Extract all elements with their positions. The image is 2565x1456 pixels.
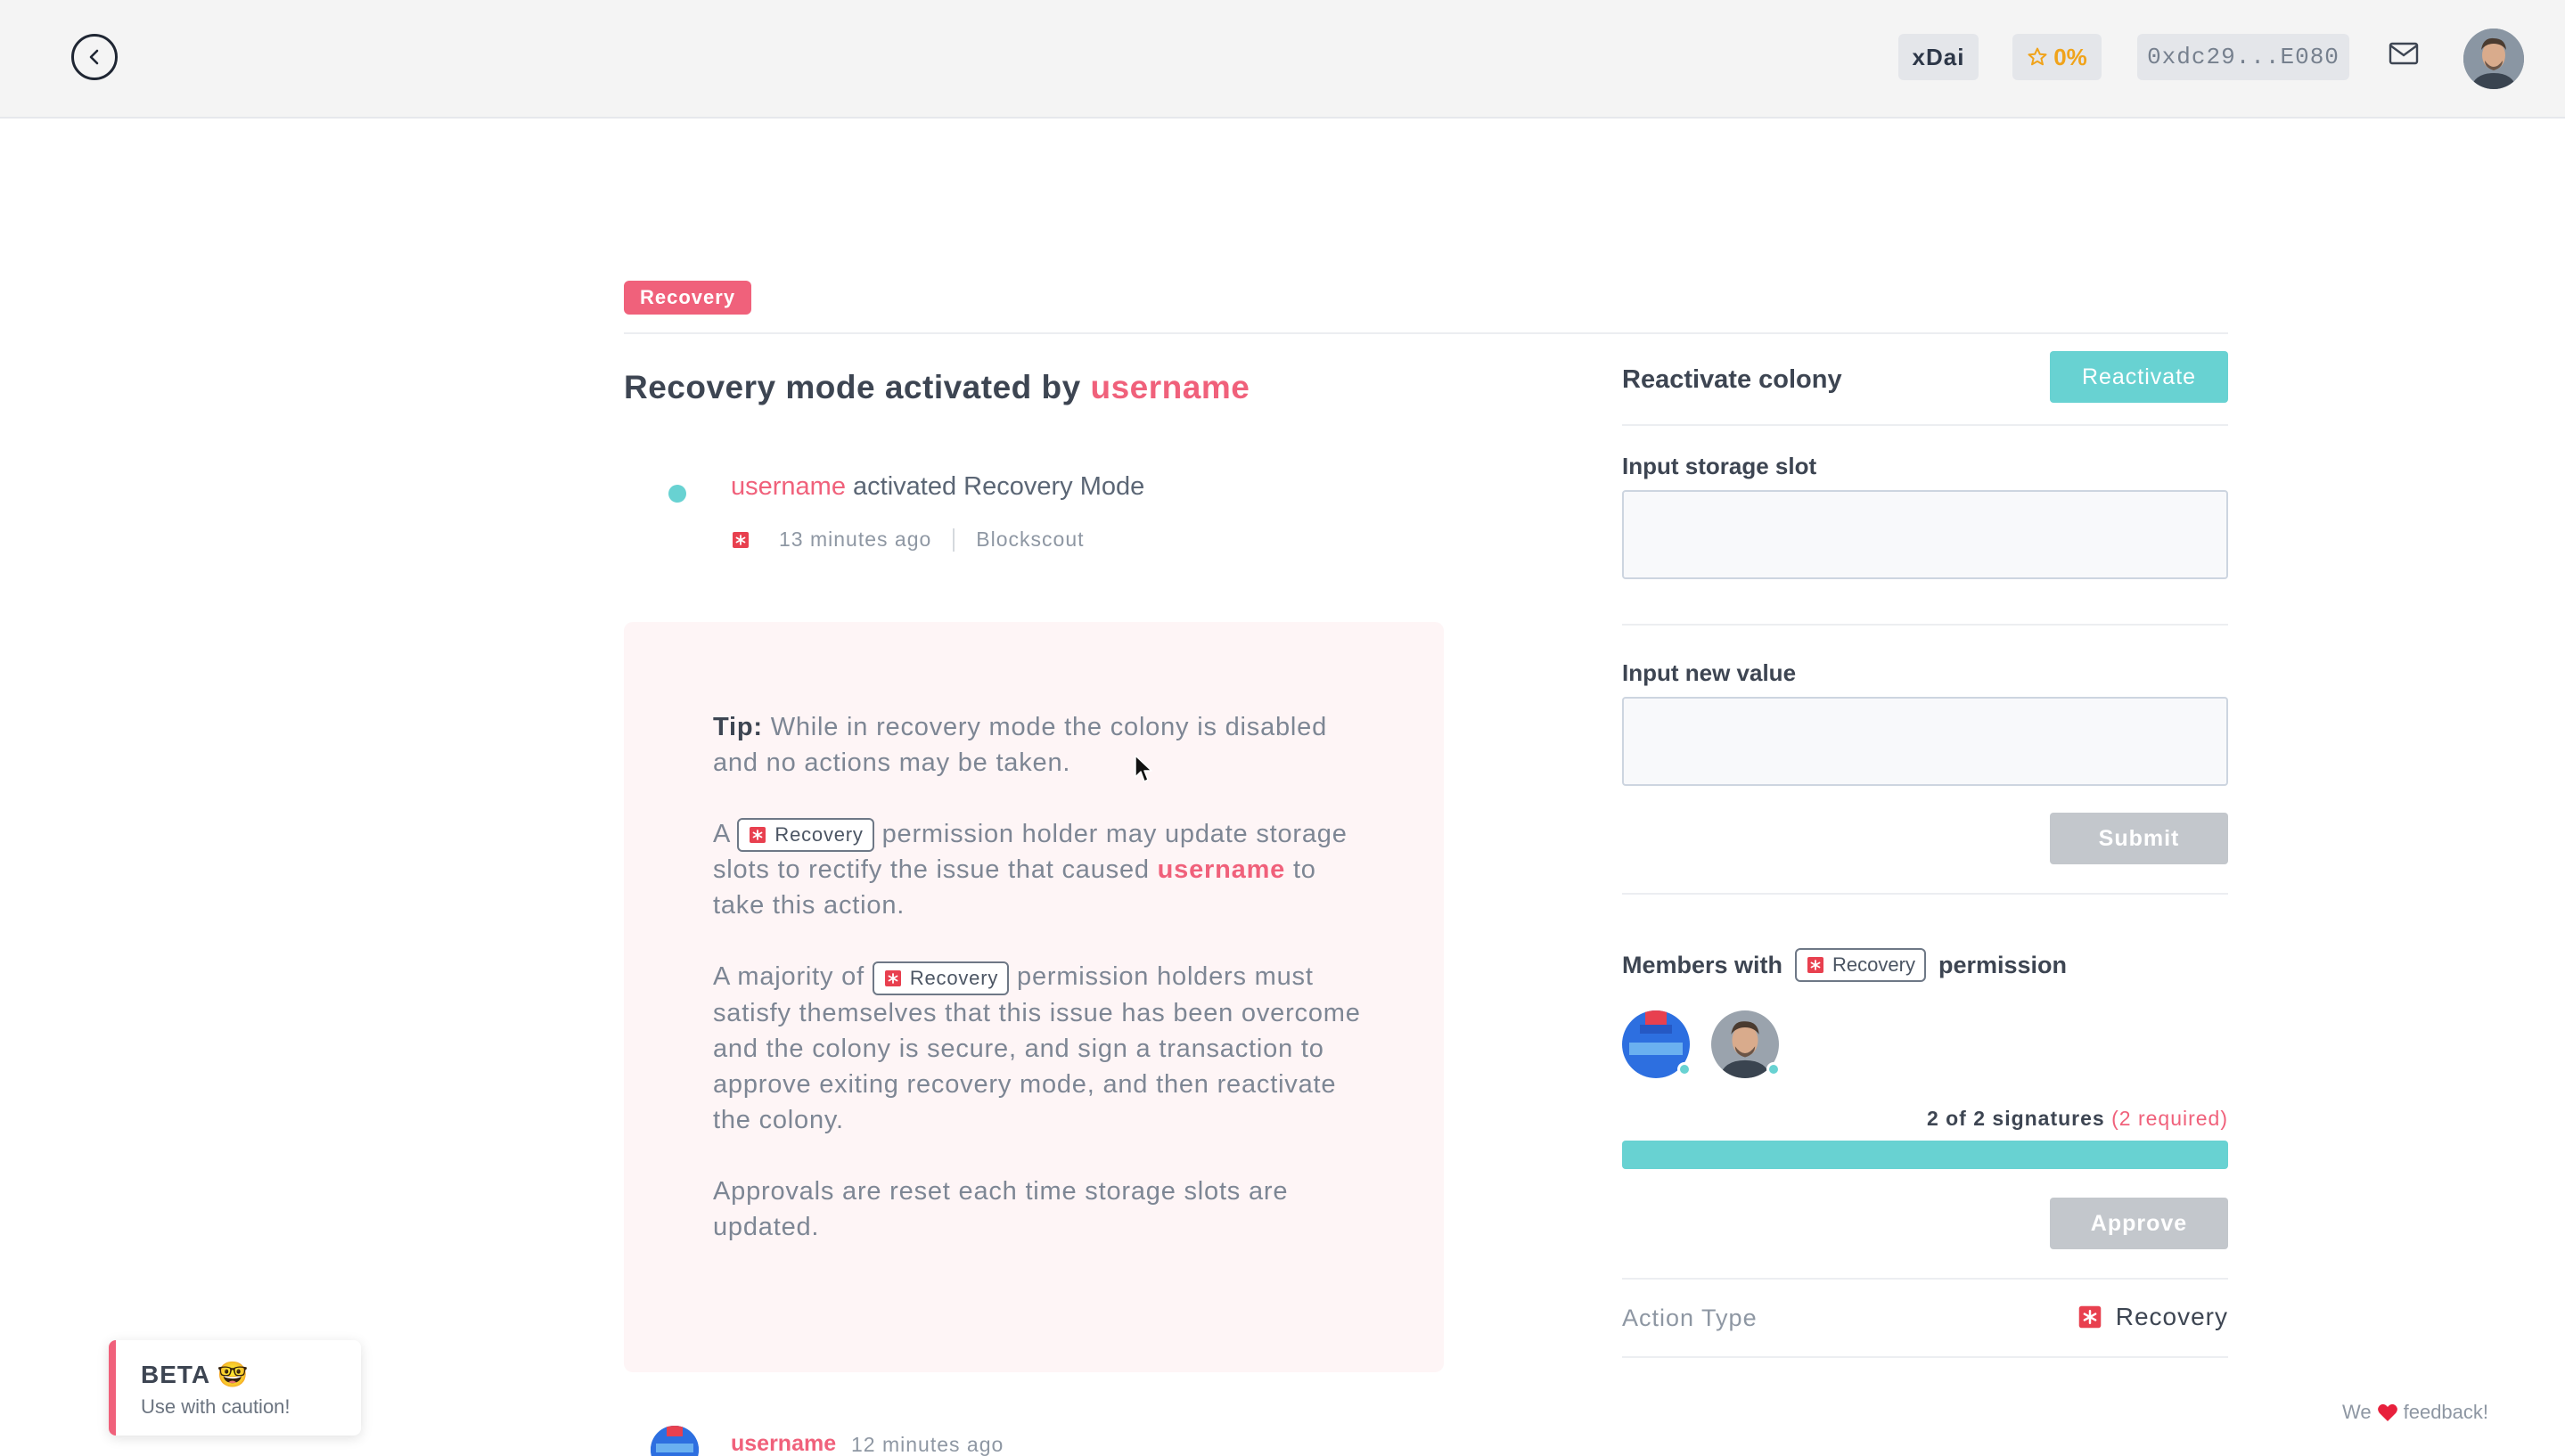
new-value-label: Input new value <box>1622 659 1797 686</box>
signatures-required: (2 required) <box>2111 1107 2228 1130</box>
user-avatar[interactable] <box>2463 29 2524 89</box>
tip-text: Tip: While in recovery mode the colony i… <box>713 709 1364 1280</box>
toast-accent-bar <box>109 1340 116 1436</box>
tip-paragraph-4: Approvals are reset each time storage sl… <box>713 1176 1289 1241</box>
comment-username-link[interactable]: username <box>731 1431 836 1456</box>
siren-icon <box>1807 957 1824 973</box>
event-text: username activated Recovery Mode <box>731 472 1144 502</box>
back-button[interactable] <box>71 34 118 80</box>
tip-username-link[interactable]: username <box>1158 855 1285 884</box>
tip-paragraph-1: Tip: While in recovery mode the colony i… <box>713 709 1364 781</box>
progress-fill <box>1622 1141 2228 1169</box>
heart-icon <box>2377 1403 2397 1421</box>
beta-toast: BETA 🤓 Use with caution! <box>109 1340 361 1436</box>
reactivate-button[interactable]: Reactivate <box>2050 351 2228 403</box>
new-value-input[interactable] <box>1622 697 2228 786</box>
signatures-text: 2 of 2 signatures <box>1926 1107 2105 1130</box>
members-suffix: permission <box>1938 951 2068 978</box>
event-time: 13 minutes ago <box>779 528 932 551</box>
title-username-link[interactable]: username <box>1091 369 1250 405</box>
title-prefix: Recovery mode activated by <box>624 369 1081 405</box>
siren-icon <box>884 969 901 986</box>
tip-paragraph-2: A Recovery permission holder may update … <box>713 816 1364 923</box>
action-type-text: Recovery <box>2115 1303 2228 1330</box>
recovery-permission-chip: Recovery <box>1795 948 1926 982</box>
submit-button[interactable]: Submit <box>2050 813 2228 864</box>
divider <box>1622 893 2228 895</box>
feedback-prefix: We <box>2342 1401 2372 1423</box>
siren-icon <box>733 531 749 548</box>
tip-box: Tip: While in recovery mode the colony i… <box>624 622 1444 1372</box>
tip-p2-a: A <box>713 820 730 848</box>
user-photo-icon <box>2463 29 2524 89</box>
member-avatar[interactable] <box>1711 1010 1781 1078</box>
event-username-link[interactable]: username <box>731 472 846 501</box>
comment-time: 12 minutes ago <box>851 1433 1004 1456</box>
storage-slot-label: Input storage slot <box>1622 453 1817 479</box>
action-type-label: Action Type <box>1622 1305 1758 1331</box>
reputation-value: 0% <box>2053 43 2087 70</box>
member-avatar[interactable] <box>1622 1010 1692 1078</box>
star-icon <box>2028 47 2047 66</box>
event-status-dot <box>668 485 686 503</box>
feedback-link[interactable]: We feedback! <box>2342 1401 2488 1424</box>
feedback-suffix: feedback! <box>2403 1401 2489 1423</box>
chevron-left-icon <box>89 49 99 65</box>
signatures-progress-bar <box>1622 1141 2228 1169</box>
recovery-permission-chip: Recovery <box>872 961 1010 995</box>
divider <box>1622 624 2228 626</box>
reputation-badge[interactable]: 0% <box>2012 34 2102 80</box>
event-description: activated Recovery Mode <box>853 472 1145 501</box>
action-type-badge: Recovery <box>624 281 752 315</box>
reactivate-row: Reactivate colony Reactivate <box>1622 351 2228 426</box>
tip-p1-text: While in recovery mode the colony is dis… <box>713 713 1328 777</box>
members-heading: Members with Recovery permission <box>1622 948 2067 982</box>
recovery-permission-chip: Recovery <box>737 818 874 853</box>
envelope-icon[interactable] <box>2389 41 2419 66</box>
action-type-row: Action Type Recovery <box>1622 1278 2228 1358</box>
chip-label: Recovery <box>1832 953 1915 976</box>
chip-label: Recovery <box>774 823 864 847</box>
online-indicator <box>1677 1062 1692 1076</box>
beta-title: BETA 🤓 <box>141 1361 250 1388</box>
top-bar: xDai 0% 0xdc29...E080 <box>0 0 2565 119</box>
beta-subtitle: Use with caution! <box>141 1395 291 1418</box>
wallet-address[interactable]: 0xdc29...E080 <box>2137 34 2349 80</box>
page-title: Recovery mode activated by username <box>624 369 1250 406</box>
reactivate-label: Reactivate colony <box>1622 365 1842 394</box>
chip-label: Recovery <box>909 966 999 989</box>
members-prefix: Members with <box>1622 951 1783 978</box>
comment-avatar[interactable] <box>651 1426 699 1456</box>
approve-button[interactable]: Approve <box>2050 1198 2228 1249</box>
tip-p3-a: A majority of <box>713 962 865 992</box>
network-badge[interactable]: xDai <box>1898 34 1979 80</box>
meta-separator <box>953 528 955 552</box>
online-indicator <box>1766 1062 1781 1076</box>
mouse-cursor-icon <box>1135 755 1152 782</box>
tip-label: Tip: <box>713 713 763 741</box>
siren-icon <box>2078 1305 2102 1329</box>
storage-slot-input[interactable] <box>1622 490 2228 579</box>
explorer-link[interactable]: Blockscout <box>976 528 1084 552</box>
event-meta: 13 minutes ago Blockscout <box>731 528 1085 552</box>
action-type-value: Recovery <box>2077 1303 2228 1331</box>
blockie-avatar-icon <box>651 1426 699 1456</box>
tip-paragraph-3: A majority of Recovery permission holder… <box>713 959 1364 1137</box>
signatures-count: 2 of 2 signatures (2 required) <box>1927 1107 2228 1131</box>
siren-icon <box>750 827 766 844</box>
divider <box>624 332 2228 334</box>
